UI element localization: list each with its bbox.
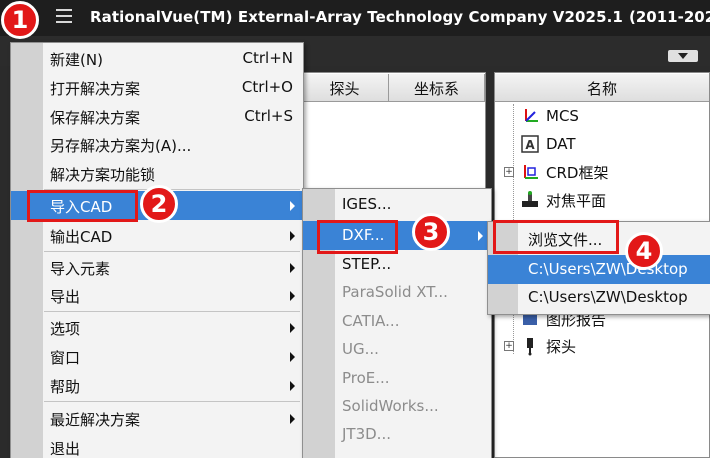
window-title: RationalVue(TM) External-Array Technolog… (90, 8, 623, 26)
expand-toggle[interactable]: + (504, 341, 514, 351)
submenu-arrow-icon (290, 414, 295, 424)
frame-axes-icon (520, 162, 540, 182)
focus-plane-icon (520, 190, 540, 210)
submenu-arrow-icon (478, 231, 483, 241)
highlight-box-browse-file (493, 220, 619, 254)
menu-item-recent-dxf-2[interactable]: C:\Users\ZW\Desktop (488, 283, 710, 312)
title-bar: RationalVue(TM) External-Array Technolog… (0, 0, 710, 36)
tree-item-label: 对焦平面 (546, 191, 607, 210)
menu-item-new[interactable]: 新建(N) Ctrl+N (11, 44, 303, 73)
submenu-arrow-icon (290, 323, 295, 333)
menu-item-window[interactable]: 窗口 (11, 342, 303, 371)
menu-item-export[interactable]: 导出 (11, 281, 303, 310)
tree-item-crd-frame[interactable]: + CRD框架 (504, 159, 608, 185)
coordinate-axes-icon (520, 106, 540, 126)
menu-item-export-cad[interactable]: 输出CAD (11, 221, 303, 250)
submenu-arrow-icon (290, 352, 295, 362)
collapse-dropdown-button[interactable] (668, 50, 698, 62)
highlight-box-import-cad (27, 190, 138, 222)
submenu-arrow-icon (290, 201, 295, 211)
step-badge-4: 4 (625, 232, 663, 270)
menu-separator (44, 311, 300, 312)
menu-item-iges[interactable]: IGES... (303, 190, 491, 219)
datum-a-icon: A (520, 134, 540, 154)
tree-item-mcs[interactable]: MCS (520, 103, 579, 129)
highlight-box-dxf (317, 220, 398, 254)
tree-item-label: 探头 (546, 337, 577, 356)
menu-item-proe[interactable]: ProE... (303, 364, 491, 393)
menu-separator (44, 251, 300, 252)
menu-item-recent-dxf-1[interactable]: C:\Users\ZW\Desktop (488, 255, 710, 284)
window-title-years: (2011-202 (629, 8, 710, 26)
hamburger-menu-icon[interactable] (56, 9, 72, 25)
menu-item-save-solution-as[interactable]: 另存解决方案为(A)... (11, 130, 303, 159)
menu-item-exit[interactable]: 退出 (11, 433, 303, 458)
menu-item-help[interactable]: 帮助 (11, 371, 303, 400)
menu-item-solution-lock[interactable]: 解决方案功能锁 (11, 159, 303, 188)
submenu-arrow-icon (290, 381, 295, 391)
column-header-coordinate-system[interactable]: 坐标系 (389, 74, 485, 102)
menu-item-ug[interactable]: UG... (303, 335, 491, 364)
menu-separator (44, 401, 300, 402)
step-badge-3: 3 (412, 213, 450, 251)
column-header-name[interactable]: 名称 (495, 74, 709, 102)
menu-item-recent-solutions[interactable]: 最近解决方案 (11, 404, 303, 433)
tree-item-focus-plane[interactable]: 对焦平面 (520, 187, 606, 213)
menu-item-options[interactable]: 选项 (11, 313, 303, 342)
menu-item-step[interactable]: STEP... (303, 250, 491, 279)
menu-item-parasolid[interactable]: ParaSolid XT... (303, 278, 491, 307)
submenu-arrow-icon (290, 263, 295, 273)
menu-item-catia[interactable]: CATIA... (303, 307, 491, 336)
probe-icon (520, 336, 540, 356)
submenu-arrow-icon (290, 291, 295, 301)
menu-item-jt3d[interactable]: JT3D... (303, 420, 491, 449)
step-badge-1: 1 (1, 1, 39, 39)
tree-item-label: CRD框架 (546, 163, 609, 182)
column-header-probe[interactable]: 探头 (301, 74, 389, 102)
svg-text:A: A (525, 138, 535, 152)
expand-toggle[interactable]: + (504, 167, 514, 177)
submenu-arrow-icon (290, 231, 295, 241)
tree-item-dat[interactable]: A DAT (520, 131, 576, 157)
tree-item-label: DAT (546, 135, 576, 153)
tree-item-probe[interactable]: + 探头 (504, 333, 576, 359)
menu-item-save-solution[interactable]: 保存解决方案 Ctrl+S (11, 102, 303, 131)
menu-item-import-elements[interactable]: 导入元素 (11, 253, 303, 282)
menu-item-solidworks[interactable]: SolidWorks... (303, 392, 491, 421)
menu-item-open-solution[interactable]: 打开解决方案 Ctrl+O (11, 73, 303, 102)
tree-item-label: MCS (546, 107, 579, 125)
step-badge-2: 2 (140, 185, 178, 223)
